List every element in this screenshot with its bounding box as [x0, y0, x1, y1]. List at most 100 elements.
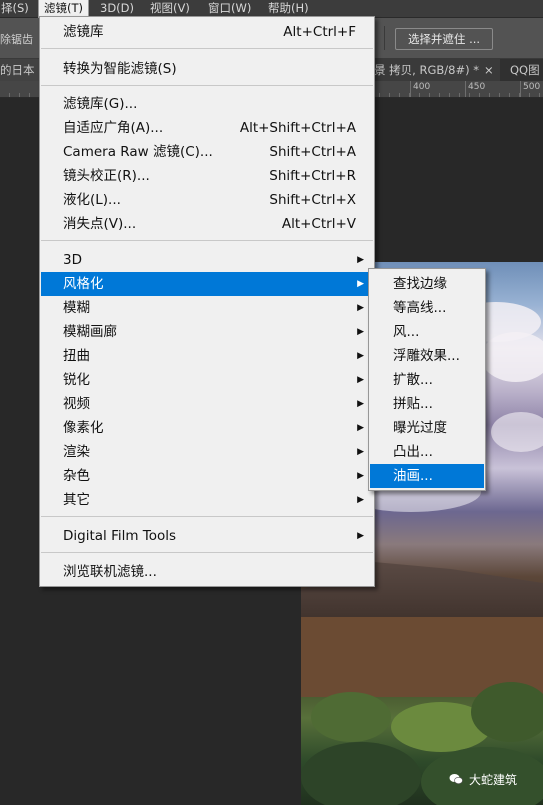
submenu-item-find-edges[interactable]: 查找边缘	[370, 272, 484, 296]
menu-item-label: 凸出...	[393, 444, 433, 460]
tab-qq-document[interactable]: QQ图	[500, 59, 543, 81]
menu-item-shortcut: Shift+Ctrl+R	[269, 168, 356, 184]
options-divider	[384, 26, 385, 50]
menu-divider	[41, 552, 373, 553]
menu-item-blur-gallery[interactable]: 模糊画廊 ▶	[41, 320, 373, 344]
menu-item-browse-filters-online[interactable]: 浏览联机滤镜...	[41, 560, 373, 584]
ruler-major-tick	[465, 81, 466, 97]
filter-menu: 滤镜库 Alt+Ctrl+F 转换为智能滤镜(S) 滤镜库(G)... 自适应广…	[39, 16, 375, 587]
menu-item-filter-gallery-last[interactable]: 滤镜库 Alt+Ctrl+F	[41, 20, 373, 44]
menu-item-label: 像素化	[63, 420, 104, 436]
ruler-label: 450	[468, 82, 486, 92]
submenu-item-solarize[interactable]: 曝光过度	[370, 416, 484, 440]
submenu-arrow-icon: ▶	[357, 279, 364, 289]
submenu-arrow-icon: ▶	[357, 255, 364, 265]
menu-item-label: 其它	[63, 492, 90, 508]
menu-item-other[interactable]: 其它 ▶	[41, 488, 373, 512]
menu-item-filter-gallery[interactable]: 滤镜库(G)...	[41, 92, 373, 116]
menu-item-video[interactable]: 视频 ▶	[41, 392, 373, 416]
menu-item-pixelate[interactable]: 像素化 ▶	[41, 416, 373, 440]
bush-shape	[471, 682, 543, 742]
antialias-label[interactable]: 除锯齿	[0, 31, 33, 47]
submenu-item-extrude[interactable]: 凸出...	[370, 440, 484, 464]
ruler-major-tick	[520, 81, 521, 97]
menu-item-sharpen[interactable]: 锐化 ▶	[41, 368, 373, 392]
menu-item-label: 镜头校正(R)...	[63, 168, 150, 184]
submenu-arrow-icon: ▶	[357, 495, 364, 505]
tab-active-document-label: 景 拷贝, RGB/8#) *	[374, 63, 479, 77]
menu-item-shortcut: Shift+Ctrl+X	[269, 192, 356, 208]
menu-item-liquify[interactable]: 液化(L)... Shift+Ctrl+X	[41, 188, 373, 212]
menu-item-shortcut: Alt+Ctrl+V	[281, 216, 356, 232]
submenu-arrow-icon: ▶	[357, 471, 364, 481]
cloud-shape	[481, 332, 543, 382]
menu-item-noise[interactable]: 杂色 ▶	[41, 464, 373, 488]
menu-item-label: 模糊	[63, 300, 90, 316]
stylize-submenu: 查找边缘 等高线... 风... 浮雕效果... 扩散... 拼贴... 曝光过…	[368, 268, 486, 491]
menu-item-label: 油画...	[393, 468, 433, 484]
ruler-major-tick	[410, 81, 411, 97]
menu-item-stylize[interactable]: 风格化 ▶	[41, 272, 373, 296]
menu-item-distort[interactable]: 扭曲 ▶	[41, 344, 373, 368]
menu-item-lens-correction[interactable]: 镜头校正(R)... Shift+Ctrl+R	[41, 164, 373, 188]
bush-shape	[311, 692, 391, 742]
submenu-arrow-icon: ▶	[357, 531, 364, 541]
menu-item-label: 消失点(V)...	[63, 216, 137, 232]
menu-item-convert-smart-filters[interactable]: 转换为智能滤镜(S)	[41, 57, 373, 81]
menu-item-shortcut: Alt+Shift+Ctrl+A	[239, 120, 356, 136]
watermark-text: 大蛇建筑	[469, 773, 518, 787]
submenu-item-wind[interactable]: 风...	[370, 320, 484, 344]
submenu-item-emboss[interactable]: 浮雕效果...	[370, 344, 484, 368]
menu-item-label: Camera Raw 滤镜(C)...	[63, 144, 213, 160]
menu-divider	[41, 85, 373, 86]
menu-help[interactable]: 帮助(H)	[263, 0, 314, 17]
menu-item-3d[interactable]: 3D ▶	[41, 248, 373, 272]
menu-window[interactable]: 窗口(W)	[203, 0, 256, 17]
menu-item-label: 风...	[393, 324, 420, 340]
menu-item-label: 视频	[63, 396, 90, 412]
menu-item-camera-raw[interactable]: Camera Raw 滤镜(C)... Shift+Ctrl+A	[41, 140, 373, 164]
select-and-mask-button[interactable]: 选择并遮住 ...	[395, 28, 493, 50]
submenu-item-tiles[interactable]: 拼贴...	[370, 392, 484, 416]
menu-item-label: 浏览联机滤镜...	[63, 564, 157, 580]
submenu-item-diffuse[interactable]: 扩散...	[370, 368, 484, 392]
menu-item-label: 自适应广角(A)...	[63, 120, 164, 136]
close-tab-icon[interactable]: ×	[484, 59, 494, 81]
cloud-shape	[491, 412, 543, 452]
menu-divider	[41, 516, 373, 517]
menu-item-digital-film-tools[interactable]: Digital Film Tools ▶	[41, 524, 373, 548]
menu-item-label: 风格化	[63, 276, 104, 292]
submenu-arrow-icon: ▶	[357, 375, 364, 385]
menu-item-label: 浮雕效果...	[393, 348, 460, 364]
submenu-item-trace-contour[interactable]: 等高线...	[370, 296, 484, 320]
submenu-arrow-icon: ▶	[357, 399, 364, 409]
submenu-arrow-icon: ▶	[357, 423, 364, 433]
menu-view[interactable]: 视图(V)	[145, 0, 195, 17]
menu-item-blur[interactable]: 模糊 ▶	[41, 296, 373, 320]
menu-item-shortcut: Shift+Ctrl+A	[269, 144, 356, 160]
menu-divider	[41, 48, 373, 49]
menu-item-label: 拼贴...	[393, 396, 433, 412]
submenu-item-oil-paint[interactable]: 油画...	[370, 464, 484, 488]
menu-item-render[interactable]: 渲染 ▶	[41, 440, 373, 464]
menu-3d[interactable]: 3D(D)	[95, 0, 139, 17]
submenu-arrow-icon: ▶	[357, 447, 364, 457]
menu-item-label: 扩散...	[393, 372, 433, 388]
menu-item-adaptive-wide-angle[interactable]: 自适应广角(A)... Alt+Shift+Ctrl+A	[41, 116, 373, 140]
ruler-label: 500	[523, 82, 541, 92]
menu-select[interactable]: 择(S)	[0, 0, 34, 17]
tab-active-document[interactable]: 景 拷贝, RGB/8#) *	[374, 59, 500, 81]
menu-divider	[41, 240, 373, 241]
menu-item-label: 滤镜库	[63, 24, 104, 40]
menu-item-label: 转换为智能滤镜(S)	[63, 61, 177, 77]
submenu-arrow-icon: ▶	[357, 351, 364, 361]
menu-item-label: 杂色	[63, 468, 90, 484]
menu-item-shortcut: Alt+Ctrl+F	[283, 24, 356, 40]
menu-item-vanishing-point[interactable]: 消失点(V)... Alt+Ctrl+V	[41, 212, 373, 236]
tab-previous-document[interactable]: 的日本	[0, 62, 35, 78]
wechat-icon	[449, 774, 463, 785]
submenu-arrow-icon: ▶	[357, 303, 364, 313]
submenu-arrow-icon: ▶	[357, 327, 364, 337]
menu-item-label: 曝光过度	[393, 420, 447, 436]
menu-item-label: 液化(L)...	[63, 192, 121, 208]
